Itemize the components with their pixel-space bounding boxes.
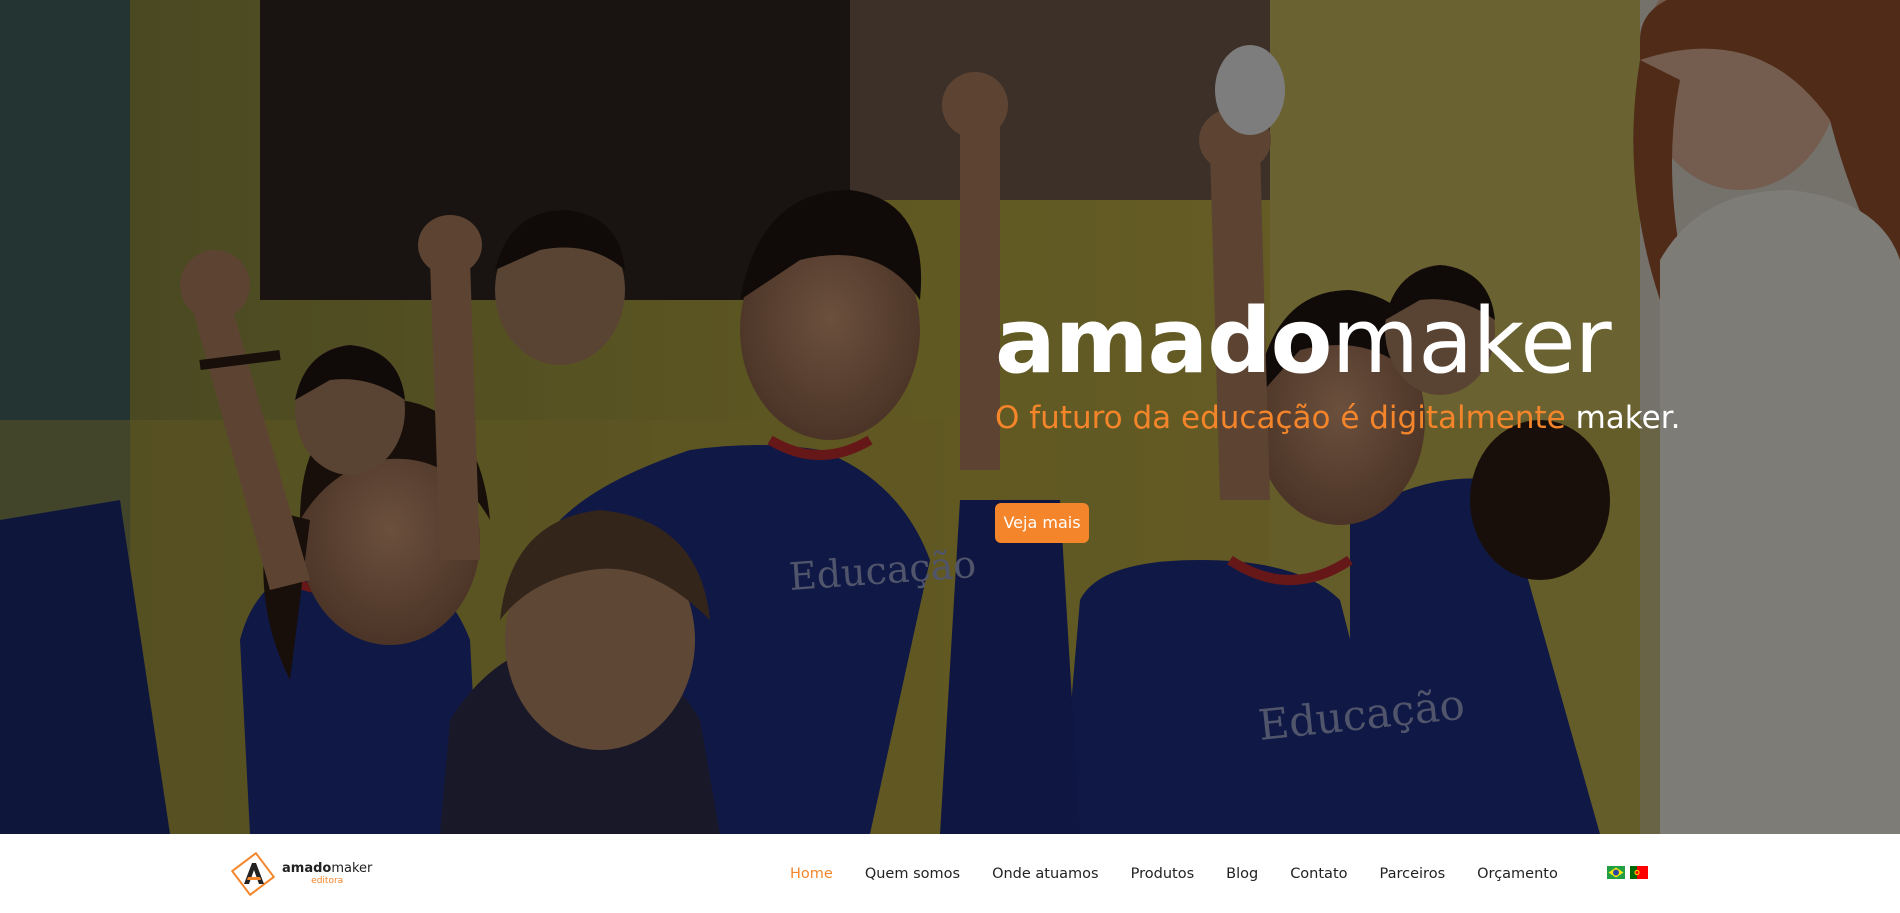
language-flags (1607, 866, 1653, 879)
brazil-flag-icon[interactable] (1607, 866, 1625, 879)
hero-tagline: O futuro da educação é digitalmente make… (995, 400, 1695, 437)
logo-name: amadomaker (282, 861, 372, 876)
logo-name-light: maker (331, 861, 373, 876)
hero-brand-bold: amado (995, 289, 1332, 394)
hero-tagline-orange: O futuro da educação é digitalmente (995, 400, 1566, 436)
hero-brand-title: amadomaker (995, 292, 1695, 392)
nav-item-orcamento[interactable]: Orçamento (1477, 866, 1558, 882)
hero-text-block: amadomaker O futuro da educação é digita… (995, 292, 1695, 437)
nav-item-contato[interactable]: Contato (1290, 866, 1347, 882)
hero-section: Educação Educação amadomaker O futuro da… (0, 0, 1900, 834)
bottom-navbar: amadomaker editora Home Quem somos Onde … (0, 834, 1900, 913)
logo-name-bold: amado (282, 861, 332, 876)
nav-item-quem-somos[interactable]: Quem somos (865, 866, 960, 882)
nav-item-onde-atuamos[interactable]: Onde atuamos (992, 866, 1099, 882)
nav-item-parceiros[interactable]: Parceiros (1380, 866, 1446, 882)
nav-item-blog[interactable]: Blog (1226, 866, 1258, 882)
portugal-flag-icon[interactable] (1630, 866, 1648, 879)
logo-mark-icon (231, 852, 275, 896)
site-logo[interactable]: amadomaker editora (230, 850, 372, 898)
hero-tagline-white: maker. (1575, 400, 1681, 436)
nav-item-produtos[interactable]: Produtos (1131, 866, 1195, 882)
main-menu: Home Quem somos Onde atuamos Produtos Bl… (790, 834, 1598, 913)
logo-wordmark: amadomaker editora (282, 861, 372, 887)
logo-subtitle: editora (311, 876, 344, 886)
veja-mais-button[interactable]: Veja mais (995, 503, 1089, 543)
hero-brand-light: maker (1331, 289, 1612, 394)
nav-item-home[interactable]: Home (790, 866, 833, 882)
